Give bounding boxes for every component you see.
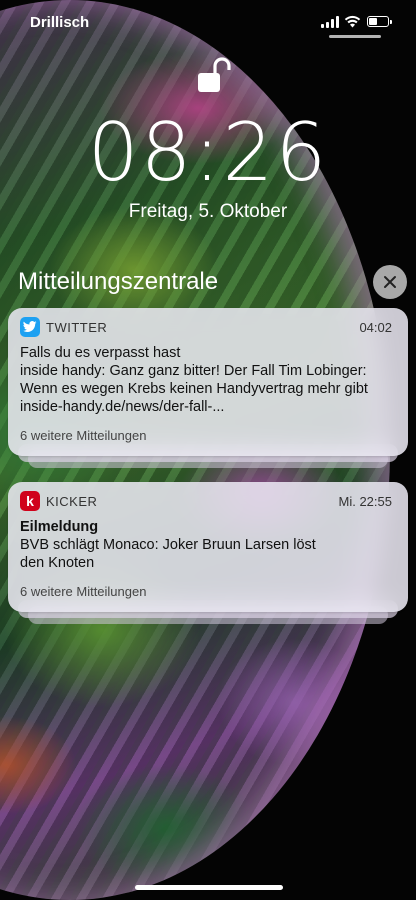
notification-body: Eilmeldung BVB schlägt Monaco: Joker Bru…: [20, 518, 396, 572]
notification-center-title: Mitteilungszentrale: [18, 268, 219, 295]
unlocked-padlock-icon: [198, 57, 231, 92]
signal-icon: [321, 16, 339, 28]
notification-line: BVB schlägt Monaco: Joker Bruun Larsen l…: [20, 537, 316, 553]
notification-line: inside-handy.de/news/der-fall-...: [20, 399, 225, 415]
notification-app-name: TWITTER: [46, 320, 108, 335]
battery-level: [369, 18, 377, 25]
notification-time: 04:02: [359, 320, 392, 335]
control-center-indicator[interactable]: [329, 35, 381, 38]
kicker-k-icon: k: [20, 491, 40, 511]
carrier-name: Drillisch: [30, 14, 90, 31]
more-notifications-link[interactable]: 6 weitere Mitteilungen: [20, 584, 396, 599]
notification-line: inside handy: Ganz ganz bitter! Der Fall…: [20, 363, 367, 379]
notification-time: Mi. 22:55: [338, 494, 392, 509]
status-bar: Drillisch: [0, 0, 416, 44]
lock-screen: Drillisch 08:26 Freitag, 5. Oktober Mitt…: [0, 0, 416, 900]
more-notifications-link[interactable]: 6 weitere Mitteilungen: [20, 428, 396, 443]
notification-line: Falls du es verpasst hast: [20, 345, 181, 361]
notification-line: den Knoten: [20, 555, 95, 571]
home-indicator[interactable]: [135, 885, 283, 890]
notification-header: TWITTER 04:02: [20, 308, 396, 344]
notification-title: Eilmeldung: [20, 519, 99, 535]
notification-app-name: KICKER: [46, 494, 98, 509]
close-icon: [384, 276, 396, 288]
lock-date: Freitag, 5. Oktober: [128, 201, 288, 222]
lock-time: 08:26: [87, 106, 329, 199]
battery-icon: [367, 16, 392, 27]
notification-header: k KICKER Mi. 22:55: [20, 482, 396, 518]
wifi-icon: [344, 15, 361, 28]
notification-line: Wenn es wegen Krebs keinen Handyvertrag …: [20, 381, 368, 397]
notification-body: Falls du es verpasst hast inside handy: …: [20, 344, 396, 416]
notification-card-kicker[interactable]: k KICKER Mi. 22:55 Eilmeldung BVB schläg…: [8, 482, 408, 612]
twitter-bird-icon: [20, 317, 40, 337]
notification-card-twitter[interactable]: TWITTER 04:02 Falls du es verpasst hast …: [8, 308, 408, 456]
clear-notifications-button[interactable]: [373, 265, 407, 299]
